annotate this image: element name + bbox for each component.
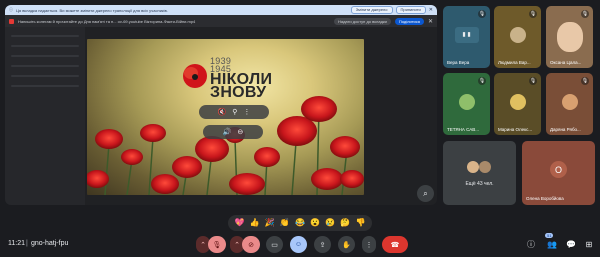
video-slide[interactable]: 1939 1945 НІКОЛИ ЗНОВУ 🔇 ⚲ ⋮ 🔊 ⊖ — [87, 39, 364, 195]
volume-icon[interactable]: 🔊 — [223, 128, 232, 136]
avatar: О — [550, 161, 567, 178]
zoom-icon[interactable]: ⌕ — [417, 185, 434, 202]
participant-tile[interactable]: 🎙 Людмила Вар... — [494, 6, 541, 68]
info-icon: ⓘ — [9, 7, 13, 12]
mute-tab-icon[interactable]: 🔇 — [218, 108, 227, 116]
avatar — [479, 161, 491, 173]
share-this-tab-button[interactable]: Надати доступ до вкладки — [333, 17, 391, 25]
hangup-icon: ☎ — [390, 241, 400, 249]
participant-name: Вера Вера — [447, 60, 470, 65]
people-icon[interactable]: 👥 — [545, 237, 559, 251]
leave-call-button[interactable]: ☎ — [382, 236, 408, 253]
mic-off-icon: 🎙 — [529, 10, 537, 18]
mic-off-icon: 🎙 — [478, 77, 486, 85]
present-button[interactable]: Поділитися — [394, 17, 424, 25]
reactions-bar: 💖 👍 🎉 👏 😂 😮 😢 🤔 👎 — [228, 215, 372, 231]
reaction-surprised[interactable]: 😮 — [310, 219, 320, 227]
participant-tile[interactable]: 🎙 Даряна Рябо... — [546, 73, 593, 135]
participant-count-badge: 51 — [545, 233, 554, 238]
participant-name: Людмила Вар... — [498, 60, 531, 65]
activities-icon[interactable]: ⊞ — [582, 237, 596, 251]
participant-name: ТЕТЯНА САВ... — [447, 127, 480, 132]
reaction-thumbs-up[interactable]: 👍 — [250, 219, 260, 227]
slide-logo: 1939 1945 НІКОЛИ ЗНОВУ — [210, 57, 272, 101]
chevron-up-icon: ⌃ — [234, 241, 240, 249]
shared-tab-bar: Напишіть колегам й прочитайте до Дня пам… — [5, 15, 437, 27]
close-icon[interactable]: ✕ — [429, 7, 433, 13]
avatar — [556, 22, 583, 52]
mic-off-icon: 🎙 — [581, 10, 589, 18]
mic-toggle-button[interactable]: 🎙 — [208, 236, 226, 253]
participant-tile[interactable]: 🎙 Марина Олекс... — [494, 73, 541, 135]
clock: 11:21 — [8, 240, 25, 247]
change-source-button[interactable]: Змінити джерело — [350, 6, 393, 14]
reaction-clap[interactable]: 👏 — [280, 219, 290, 227]
chevron-up-icon: ⌃ — [200, 241, 206, 249]
reaction-thinking[interactable]: 🤔 — [340, 219, 350, 227]
raise-hand-button[interactable]: ✋ — [338, 236, 355, 253]
participant-name: Оксана Цала... — [550, 60, 582, 65]
reaction-laugh[interactable]: 😂 — [295, 219, 305, 227]
present-icon: ⇪ — [319, 241, 326, 249]
camera-off-icon: ▮ ▮ — [454, 26, 479, 43]
slide-slogan-line2: ЗНОВУ — [210, 84, 267, 101]
participant-tile[interactable]: 🎙 ТЕТЯНА САВ... — [443, 73, 490, 135]
meeting-code: gno-hatj-fpu — [31, 240, 69, 247]
avatar — [561, 93, 578, 110]
stop-sharing-button[interactable]: Припинити — [395, 6, 426, 14]
reaction-party[interactable]: 🎉 — [265, 219, 275, 227]
reaction-heart[interactable]: 💖 — [235, 219, 245, 227]
page-sidebar — [5, 27, 85, 205]
separator: | — [26, 240, 28, 247]
captions-button[interactable]: ▭ — [266, 236, 283, 253]
pin-icon[interactable]: ⚲ — [232, 108, 237, 116]
avatar — [509, 26, 526, 43]
avatar — [467, 161, 479, 173]
emoji-icon: ☺ — [294, 241, 303, 248]
emoji-button[interactable]: ☺ — [290, 236, 307, 253]
close-icon[interactable]: ✕ — [428, 18, 433, 25]
participant-tile[interactable]: 🎙 ▮ ▮ Вера Вера — [443, 6, 490, 68]
presenter-controls: 🔇 ⚲ ⋮ — [199, 105, 269, 119]
presentation-area: ⓘ Ця вкладка надається. Ви можете змінит… — [5, 5, 437, 205]
camera-off-icon: ⊘ — [248, 241, 254, 249]
present-screen-button[interactable]: ⇪ — [314, 236, 331, 253]
participant-tile[interactable]: 🎙 Оксана Цала... — [546, 6, 593, 68]
more-vert-icon: ⋮ — [365, 241, 373, 249]
meet-window: ⓘ Ця вкладка надається. Ви можете змінит… — [0, 0, 600, 257]
participant-name: Олена Воробйова — [526, 196, 564, 201]
more-options-button[interactable]: ⋮ — [362, 236, 376, 253]
participant-name: Марина Олекс... — [498, 127, 533, 132]
shared-tab-title: Напишіть колегам й прочитайте до Дня пам… — [18, 18, 196, 24]
remove-icon[interactable]: ⊖ — [237, 128, 243, 136]
more-options-icon[interactable]: ⋮ — [243, 108, 250, 116]
participant-name: Даряна Рябо... — [550, 127, 581, 132]
avatar — [509, 93, 526, 110]
sharing-notice-bar: ⓘ Ця вкладка надається. Ви можете змінит… — [5, 5, 437, 15]
hand-icon: ✋ — [342, 241, 351, 249]
chat-icon[interactable]: 💬 — [564, 237, 578, 251]
more-participants-label: Ещё 43 чел. — [465, 181, 494, 187]
avatar — [458, 93, 475, 110]
mic-off-icon: 🎙 — [529, 77, 537, 85]
camera-toggle-button[interactable]: ⊘ — [242, 236, 260, 253]
tab-favicon — [9, 18, 14, 24]
mic-off-icon: 🎙 — [478, 10, 486, 18]
meeting-info-icon[interactable]: ⓘ — [524, 237, 538, 251]
reaction-sad[interactable]: 😢 — [325, 219, 335, 227]
more-participants-tile[interactable]: Ещё 43 чел. — [443, 141, 516, 205]
reaction-thumbs-down[interactable]: 👎 — [355, 219, 365, 227]
audio-controls: 🔊 ⊖ — [203, 125, 263, 139]
captions-icon: ▭ — [271, 241, 278, 249]
participant-tile[interactable]: О Олена Воробйова — [522, 141, 595, 205]
mic-off-icon: 🎙 — [212, 241, 222, 249]
sharing-notice-text: Ця вкладка надається. Ви можете змінити … — [16, 7, 168, 13]
mic-off-icon: 🎙 — [581, 77, 589, 85]
